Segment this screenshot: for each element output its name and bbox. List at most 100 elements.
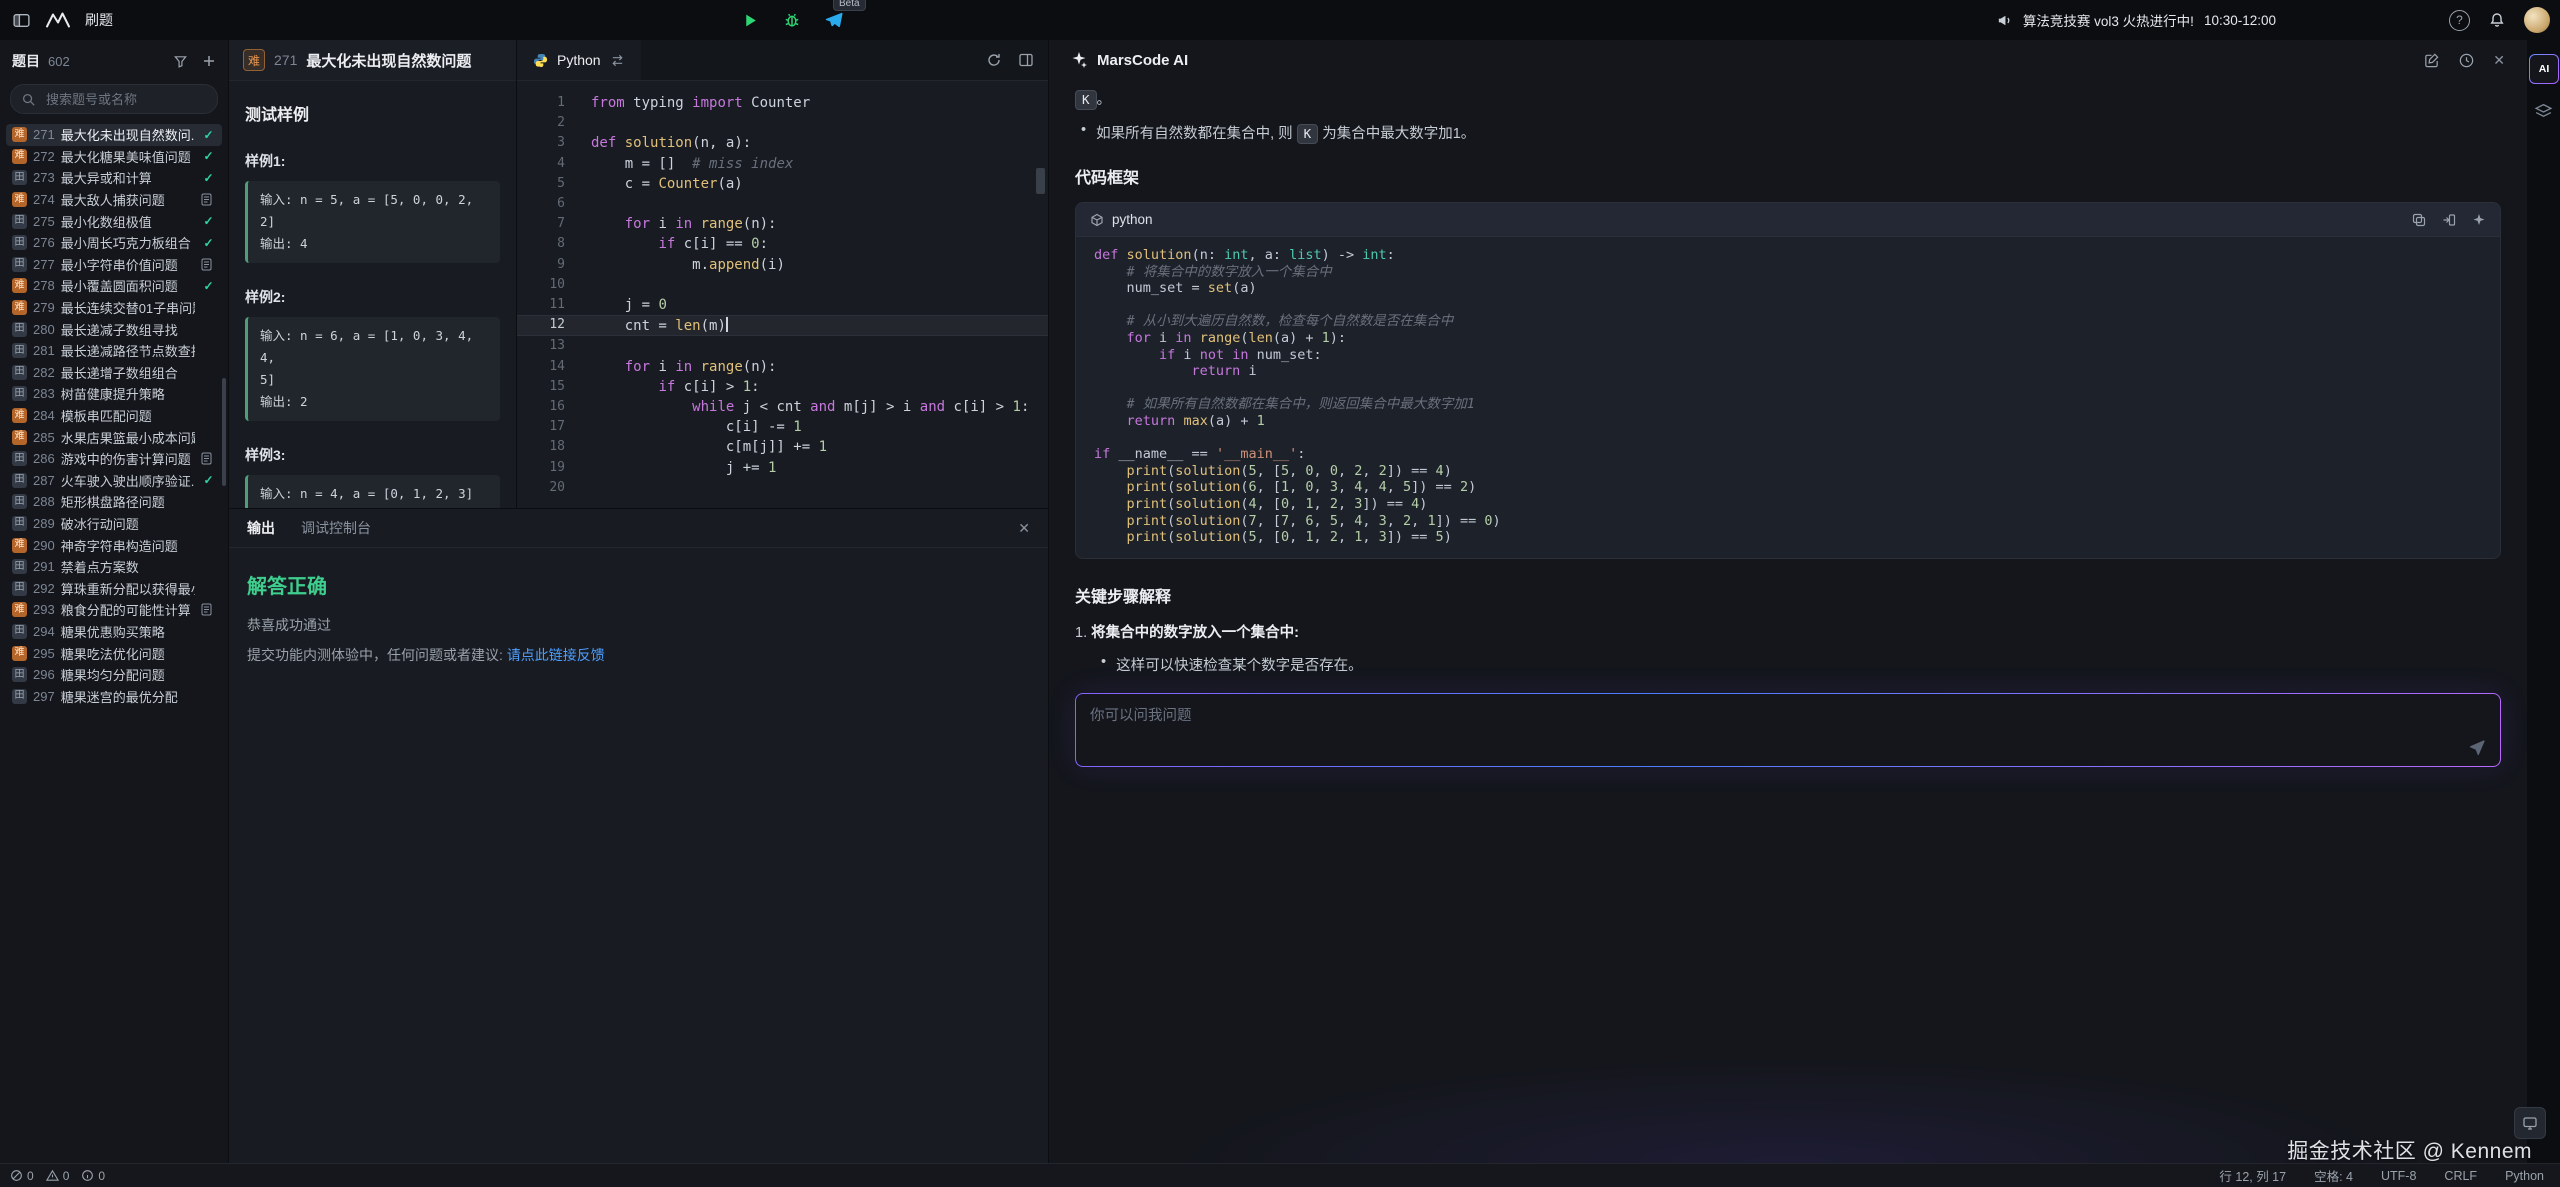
ai-chat-input[interactable] [1076, 694, 2500, 766]
run-button[interactable] [737, 8, 763, 32]
problem-list-item[interactable]: 田273最大异或和计算✓ [6, 167, 222, 189]
problem-list-item[interactable]: 田291禁着点方案数 [6, 556, 222, 578]
problem-list-item[interactable]: 田296糖果均匀分配问题 [6, 664, 222, 686]
reset-code-icon[interactable] [986, 52, 1002, 68]
code-line[interactable]: 18 c[m[j]] += 1 [517, 437, 1048, 457]
code-line[interactable]: 9 m.append(i) [517, 255, 1048, 275]
problem-list-item[interactable]: 田294糖果优惠购买策略 [6, 621, 222, 643]
problem-list-item[interactable]: 难279最长连续交替01子串问题 [6, 297, 222, 319]
cursor-position[interactable]: 行 12, 列 17 [2219, 1166, 2286, 1185]
problem-list-item[interactable]: 难272最大化糖果美味值问题✓ [6, 146, 222, 168]
layers-extension-icon[interactable] [2534, 102, 2554, 121]
problem-list-item[interactable]: 难295糖果吃法优化问题 [6, 642, 222, 664]
problem-list-item[interactable]: 田281最长递减路径节点数查找 [6, 340, 222, 362]
sidebar-scrollbar[interactable] [222, 378, 226, 486]
code-line[interactable]: 5 c = Counter(a) [517, 174, 1048, 194]
code-line[interactable]: 15 if c[i] > 1: [517, 377, 1048, 397]
problem-list-item[interactable]: 田276最小周长巧克力板组合✓ [6, 232, 222, 254]
telegram-button[interactable]: Beta [821, 8, 847, 32]
new-chat-icon[interactable] [2423, 52, 2440, 69]
tab-output[interactable]: 输出 [247, 518, 275, 538]
problem-list-item[interactable]: 田286游戏中的伤害计算问题 [6, 448, 222, 470]
app-logo[interactable] [45, 11, 71, 29]
ai-chat-inputbox[interactable] [1075, 693, 2501, 767]
indent-setting[interactable]: 空格: 4 [2314, 1166, 2353, 1185]
warnings-indicator[interactable]: 0 [46, 1169, 70, 1183]
language-swap-icon[interactable] [610, 53, 625, 68]
eol-setting[interactable]: CRLF [2444, 1169, 2477, 1183]
code-line[interactable]: 20 [517, 478, 1048, 498]
tab-python[interactable]: Python [517, 40, 641, 80]
search-box[interactable] [10, 84, 218, 114]
code-line[interactable]: 19 j += 1 [517, 458, 1048, 478]
send-message-icon[interactable] [2468, 738, 2486, 756]
solved-check-icon: ✓ [201, 279, 216, 293]
close-ai-panel-icon[interactable]: ✕ [2493, 52, 2505, 69]
code-line[interactable]: 10 [517, 275, 1048, 295]
problem-title: 禁着点方案数 [61, 557, 195, 576]
code-line[interactable]: 7 for i in range(n): [517, 214, 1048, 234]
split-editor-icon[interactable] [1018, 52, 1034, 68]
problem-list-item[interactable]: 田297糖果迷宫的最优分配 [6, 685, 222, 707]
problem-list-item[interactable]: 难290神奇字符串构造问题 [6, 534, 222, 556]
problem-list-item[interactable]: 难284模板串匹配问题 [6, 405, 222, 427]
editor-code[interactable]: 1from typing import Counter23def solutio… [517, 81, 1048, 498]
filter-funnel-icon[interactable] [173, 54, 188, 69]
code-line[interactable]: 12 cnt = len(m) [517, 315, 1048, 336]
language-mode[interactable]: Python [2505, 1169, 2544, 1183]
code-line[interactable]: 16 while j < cnt and m[j] > i and c[i] >… [517, 397, 1048, 417]
code-line[interactable]: 13 [517, 336, 1048, 356]
difficulty-badge: 难 [12, 127, 27, 142]
encoding[interactable]: UTF-8 [2381, 1169, 2416, 1183]
note-icon [201, 193, 216, 206]
problem-list-item[interactable]: 田282最长递增子数组组合 [6, 362, 222, 384]
insert-code-icon[interactable] [2442, 213, 2456, 227]
difficulty-badge: 难 [12, 408, 27, 423]
problem-list-item[interactable]: 田288矩形棋盘路径问题 [6, 491, 222, 513]
code-line[interactable]: 17 c[i] -= 1 [517, 417, 1048, 437]
avatar[interactable] [2524, 7, 2550, 33]
code-line[interactable]: 2 [517, 113, 1048, 133]
code-line[interactable]: 1from typing import Counter [517, 93, 1048, 113]
tab-debug-console[interactable]: 调试控制台 [301, 518, 371, 538]
contest-banner[interactable]: 算法竞技赛 vol3 火热进行中! 10:30-12:00 [1996, 10, 2276, 30]
sidebar-toggle-icon[interactable] [12, 11, 31, 30]
problem-list-item[interactable]: 田289破冰行动问题 [6, 513, 222, 535]
problem-list-item[interactable]: 难285水果店果篮最小成本问题 [6, 426, 222, 448]
problem-list-item[interactable]: 难293粮食分配的可能性计算 [6, 599, 222, 621]
code-line[interactable]: 8 if c[i] == 0: [517, 234, 1048, 254]
close-output-icon[interactable]: ✕ [1018, 520, 1030, 537]
search-input[interactable] [44, 91, 207, 108]
problem-list-item[interactable]: 田283树苗健康提升策略 [6, 383, 222, 405]
problem-list-item[interactable]: 田280最长递减子数组寻找 [6, 318, 222, 340]
copy-code-icon[interactable] [2412, 213, 2426, 227]
problem-list-item[interactable]: 田277最小字符串价值问题 [6, 254, 222, 276]
solved-check-icon: ✓ [201, 149, 216, 163]
code-line[interactable]: 6 [517, 194, 1048, 214]
ai-partial-text: K。 [1075, 88, 2501, 110]
problem-list-item[interactable]: 田292算珠重新分配以获得最小... [6, 577, 222, 599]
debug-button[interactable] [779, 8, 805, 32]
errors-indicator[interactable]: 0 [10, 1169, 34, 1183]
history-icon[interactable] [2458, 52, 2475, 69]
magic-sparkle-icon[interactable] [2472, 213, 2486, 227]
problem-list-item[interactable]: 田287火车驶入驶出顺序验证...✓ [6, 470, 222, 492]
code-line[interactable]: 14 for i in range(n): [517, 357, 1048, 377]
problem-list-item[interactable]: 难278最小覆盖圆面积问题✓ [6, 275, 222, 297]
problem-id: 297 [33, 689, 55, 704]
marscode-ai-extension-button[interactable]: AI [2529, 54, 2559, 84]
add-problem-icon[interactable] [202, 54, 216, 68]
code-line[interactable]: 3def solution(n, a): [517, 133, 1048, 153]
problem-list-item[interactable]: 难274最大敌人捕获问题 [6, 189, 222, 211]
notification-bell-icon[interactable] [2488, 11, 2506, 29]
problem-list-item[interactable]: 田275最小化数组极值✓ [6, 210, 222, 232]
code-line[interactable]: 4 m = [] # miss index [517, 154, 1048, 174]
feedback-link[interactable]: 请点此链接反馈 [507, 647, 605, 663]
code-line[interactable]: 11 j = 0 [517, 295, 1048, 315]
problem-list-item[interactable]: 难271最大化未出现自然数问...✓ [6, 124, 222, 146]
app-name[interactable]: 刷题 [85, 10, 113, 30]
help-icon[interactable]: ? [2449, 10, 2470, 31]
info-indicator[interactable]: 0 [81, 1169, 105, 1183]
editor-scrollbar[interactable] [1036, 168, 1045, 194]
beta-badge: Beta [833, 0, 866, 11]
